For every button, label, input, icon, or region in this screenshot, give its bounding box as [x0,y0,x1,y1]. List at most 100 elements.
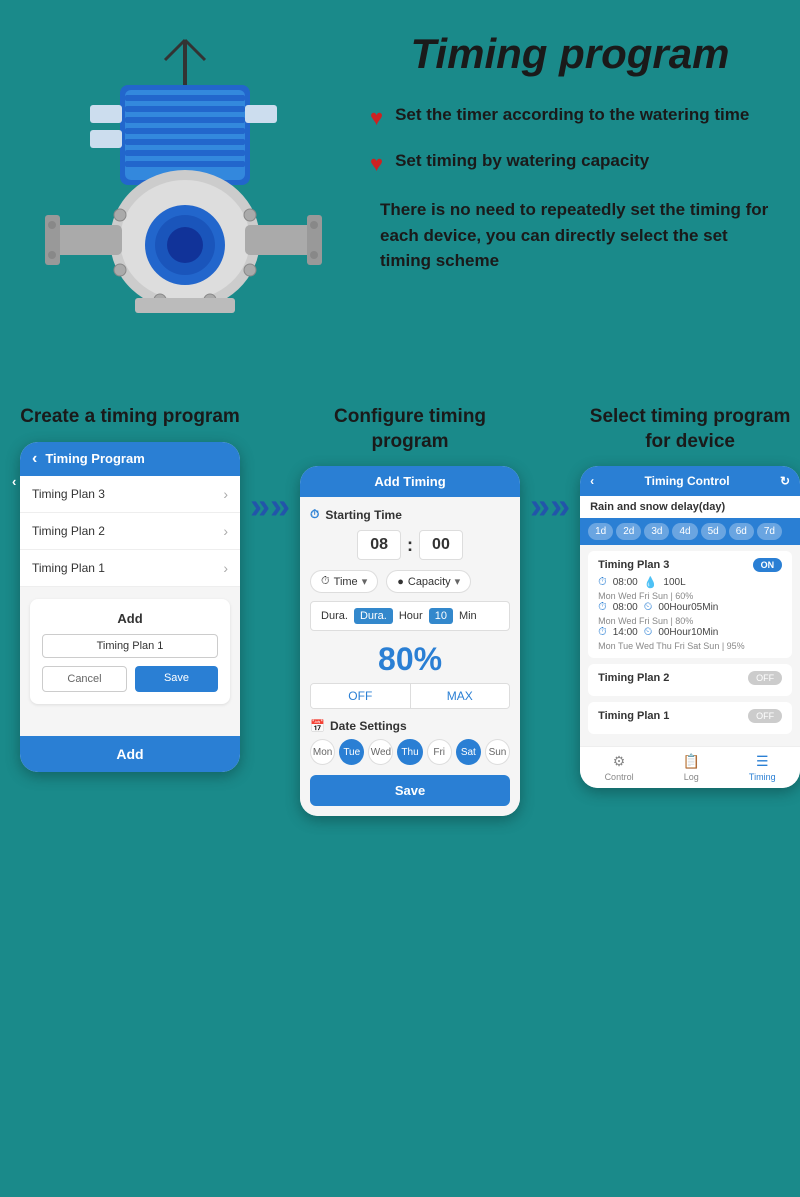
list-item-plan1[interactable]: Timing Plan 1 › [20,550,240,587]
day-fri[interactable]: Fri [427,739,452,765]
cancel-button[interactable]: Cancel [42,666,127,692]
footer-tab-timing[interactable]: ☰ Timing [749,753,776,782]
day-chips-row: 1d 2d 3d 4d 5d 6d 7d [580,518,800,545]
feature-item-1: ♥ Set the timer according to the waterin… [370,103,770,131]
page-title: Timing program [370,30,770,78]
list-item-plan2[interactable]: Timing Plan 2 › [20,513,240,550]
day-sun[interactable]: Sun [485,739,510,765]
description-text: There is no need to repeatedly set the t… [370,197,770,274]
heart-icon-2: ♥ [370,151,383,177]
clock-icon-e2: ⏱ [598,601,607,614]
arrow-2-col: »» [530,405,570,527]
phone-1-header: ‹ Timing Program [20,442,240,476]
dropdown-arrow-1: ▾ [362,575,368,588]
step-3-title: Select timing program for device [580,405,800,454]
step-2-col: Configure timing program ‹ Add Timing ⏱ … [300,405,520,816]
off-max-row: OFF MAX [310,683,510,709]
refresh-icon: ↻ [780,474,790,488]
timing-plan-2-row: Timing Plan 2 OFF [588,664,792,696]
off-button[interactable]: OFF [311,684,411,708]
hour-label: Hour [399,610,423,622]
capacity-icon: ● [397,576,404,588]
max-button[interactable]: MAX [411,684,510,708]
feature-text-2: Set timing by watering capacity [395,149,649,173]
chip-2d[interactable]: 2d [616,523,641,540]
save-btn[interactable]: Save [310,775,510,806]
add-section: Add Timing Plan 1 Cancel Save [30,599,230,704]
day-sat[interactable]: Sat [456,739,481,765]
plan-2-toggle[interactable]: OFF [748,671,782,685]
footer-tab-log[interactable]: 📋 Log [683,753,700,782]
chip-5d[interactable]: 5d [701,523,726,540]
save-button[interactable]: Save [135,666,218,692]
plan-2-name: Timing Plan 2 [598,672,669,684]
plan-1-toggle[interactable]: OFF [748,709,782,723]
timing-icon: ☰ [756,753,769,770]
chip-6d[interactable]: 6d [729,523,754,540]
arrow-icon-1: »» [250,485,290,527]
phone-1-body: Timing Plan 3 › Timing Plan 2 › Timing P… [20,476,240,736]
day-mon[interactable]: Mon [310,739,335,765]
add-btn-text: Add [42,611,218,626]
footer-tab-control[interactable]: ⚙ Control [605,753,634,782]
back-arrow-icon: ‹ [32,450,37,468]
hour-input[interactable]: 08 [357,530,401,560]
plan2-label: Timing Plan 2 [32,524,105,538]
chevron-icon: › [223,486,228,502]
right-content: Timing program ♥ Set the timer according… [350,30,770,274]
steps-row: Create a timing program ‹ Timing Program… [20,405,780,816]
phone-3-body: Timing Plan 3 ON ⏱ 08:00 💧 100L Mon Wed … [580,545,800,746]
entry3-time: 14:00 [613,627,638,638]
time-inputs: 08 : 00 [310,530,510,560]
dura-label: Dura. [321,610,348,622]
dura-num: 10 [429,608,453,624]
phone-3-footer: ⚙ Control 📋 Log ☰ Timing [580,746,800,788]
minute-input[interactable]: 00 [419,530,463,560]
entry1-days: Mon Wed Fri Sun | 60% [598,591,782,601]
phone-3-mockup: ‹ Timing Control ↻ Rain and snow delay(d… [580,466,800,788]
plan-1-name: Timing Plan 1 [598,710,669,722]
dura-row: Dura. Dura. Hour 10 Min [310,601,510,631]
heart-icon-1: ♥ [370,105,383,131]
chip-4d[interactable]: 4d [672,523,697,540]
min-label: Min [459,610,477,622]
feature-text-1: Set the timer according to the watering … [395,103,749,127]
spacer [20,716,240,736]
day-tue[interactable]: Tue [339,739,364,765]
dura-highlight: Dura. [354,608,393,624]
timing-plan-2-header: Timing Plan 2 OFF [598,671,782,685]
chip-7d[interactable]: 7d [757,523,782,540]
timing-plan-3-header: Timing Plan 3 ON [598,558,782,572]
day-thu[interactable]: Thu [397,739,422,765]
timing-plan-1-header: Timing Plan 1 OFF [598,709,782,723]
entry2-val: 00Hour05Min [658,602,718,613]
entry3-days: Mon Tue Wed Thu Fri Sat Sun | 95% [598,641,782,651]
list-item-plan3[interactable]: Timing Plan 3 › [20,476,240,513]
top-section: Timing program ♥ Set the timer according… [0,0,800,395]
days-row: Mon Tue Wed Thu Fri Sat Sun [310,739,510,765]
chip-3d[interactable]: 3d [644,523,669,540]
phone-1-mockup: ‹ Timing Program Timing Plan 3 › Timing … [20,442,240,772]
drop-icon-e1: 💧 [644,576,658,589]
capacity-select[interactable]: ● Capacity ▾ [386,570,471,593]
delay-label: Rain and snow delay(day) [580,496,800,518]
step-3-col: Select timing program for device ‹ Timin… [580,405,800,788]
clock-icon-e3: ⏱ [598,626,607,639]
phone-1-footer[interactable]: Add [20,736,240,772]
clock-icon: ⏱ [310,507,319,522]
phone-3-header-title: Timing Control [645,474,730,488]
time-select[interactable]: ⏱ Time ▾ [310,570,378,593]
entry3-val: 00Hour10Min [658,627,718,638]
step-1-title: Create a timing program [20,405,240,430]
day-wed[interactable]: Wed [368,739,393,765]
timing-plan-input[interactable]: Timing Plan 1 [42,634,218,658]
percent-display: 80% [310,641,510,678]
entry2-days: Mon Wed Fri Sun | 80% [598,616,782,626]
plan3-label: Timing Plan 3 [32,487,105,501]
plan-3-toggle[interactable]: ON [753,558,783,572]
entry1-val: 100L [663,577,685,588]
date-settings-label: 📅 Date Settings [310,719,510,733]
chip-1d[interactable]: 1d [588,523,613,540]
product-image-area [30,30,350,375]
chevron-icon-2: › [223,523,228,539]
